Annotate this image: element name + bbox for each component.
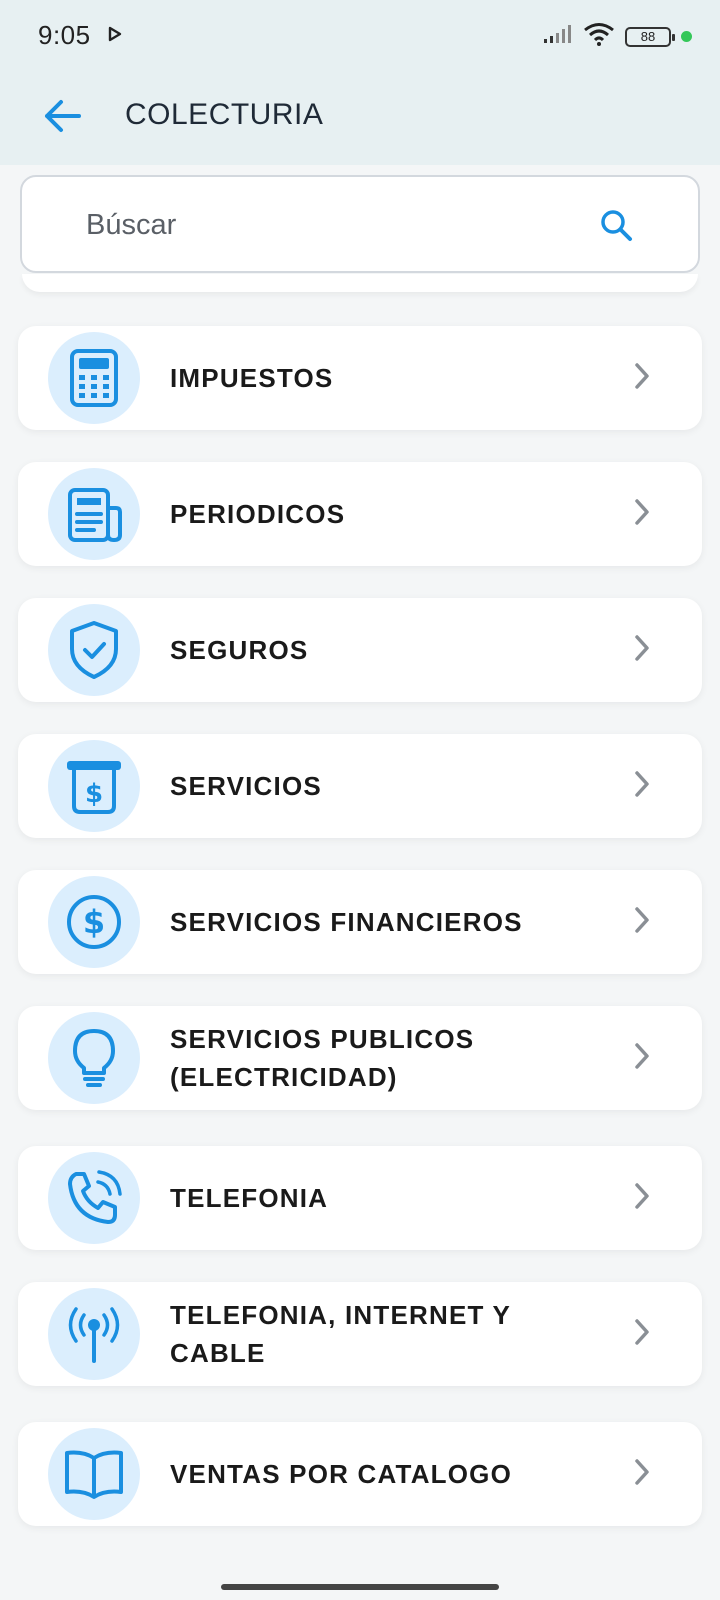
category-item-periodicos[interactable]: PERIODICOS xyxy=(18,462,702,566)
lightbulb-icon xyxy=(48,1012,140,1104)
scrolled-card-edge xyxy=(22,274,698,292)
chevron-right-icon xyxy=(634,1318,650,1351)
category-item-seguros[interactable]: SEGUROS xyxy=(18,598,702,702)
wifi-icon xyxy=(583,22,615,51)
shield-check-icon xyxy=(48,604,140,696)
battery-indicator: 88 xyxy=(625,26,675,47)
category-item-telefonia[interactable]: TELEFONIA xyxy=(18,1146,702,1250)
app-bar: COLECTURIA xyxy=(0,70,720,165)
category-item-ventas-por-catalogo[interactable]: VENTAS POR CATALOGO xyxy=(18,1422,702,1526)
chevron-right-icon xyxy=(634,1458,650,1491)
category-item-telefonia-internet-cable[interactable]: TELEFONIA, INTERNET Y CABLE xyxy=(18,1282,702,1386)
category-item-servicios-financieros[interactable]: $ SERVICIOS FINANCIEROS xyxy=(18,870,702,974)
receipt-dollar-icon: $ xyxy=(48,740,140,832)
svg-text:$: $ xyxy=(83,903,105,941)
phone-ringing-icon xyxy=(48,1152,140,1244)
signal-icon xyxy=(543,24,573,49)
category-label: SERVICIOS FINANCIEROS xyxy=(170,907,523,937)
chevron-right-icon xyxy=(634,1182,650,1215)
search-bar[interactable] xyxy=(20,175,700,273)
category-label: SERVICIOS xyxy=(170,771,322,801)
chevron-right-icon xyxy=(634,498,650,531)
calculator-icon xyxy=(48,332,140,424)
search-icon[interactable] xyxy=(598,207,634,248)
page-title: COLECTURIA xyxy=(125,98,324,131)
category-label: IMPUESTOS xyxy=(170,363,334,393)
category-label: TELEFONIA, INTERNET Y CABLE xyxy=(170,1300,511,1368)
category-label: PERIODICOS xyxy=(170,499,346,529)
category-item-impuestos[interactable]: IMPUESTOS xyxy=(18,326,702,430)
status-bar: 9:05 88 xyxy=(0,0,720,70)
svg-text:$: $ xyxy=(85,779,103,809)
newspaper-icon xyxy=(48,468,140,560)
arrow-left-icon xyxy=(45,100,81,132)
chevron-right-icon xyxy=(634,770,650,803)
category-label: TELEFONIA xyxy=(170,1183,329,1213)
home-indicator[interactable] xyxy=(221,1584,499,1590)
category-item-servicios[interactable]: $ SERVICIOS xyxy=(18,734,702,838)
dollar-circle-icon: $ xyxy=(48,876,140,968)
open-book-icon xyxy=(48,1428,140,1520)
antenna-icon xyxy=(48,1288,140,1380)
category-label: SERVICIOS PUBLICOS (ELECTRICIDAD) xyxy=(170,1024,475,1092)
play-icon xyxy=(108,26,122,47)
category-label: VENTAS POR CATALOGO xyxy=(170,1459,513,1489)
category-label: SEGUROS xyxy=(170,635,309,665)
chevron-right-icon xyxy=(634,634,650,667)
back-button[interactable] xyxy=(40,94,84,138)
privacy-dot-icon xyxy=(681,31,692,42)
chevron-right-icon xyxy=(634,362,650,395)
search-input[interactable] xyxy=(86,205,566,245)
category-item-servicios-publicos[interactable]: SERVICIOS PUBLICOS (ELECTRICIDAD) xyxy=(18,1006,702,1110)
status-time: 9:05 xyxy=(38,20,91,50)
chevron-right-icon xyxy=(634,906,650,939)
chevron-right-icon xyxy=(634,1042,650,1075)
status-icons: 88 xyxy=(543,22,692,51)
